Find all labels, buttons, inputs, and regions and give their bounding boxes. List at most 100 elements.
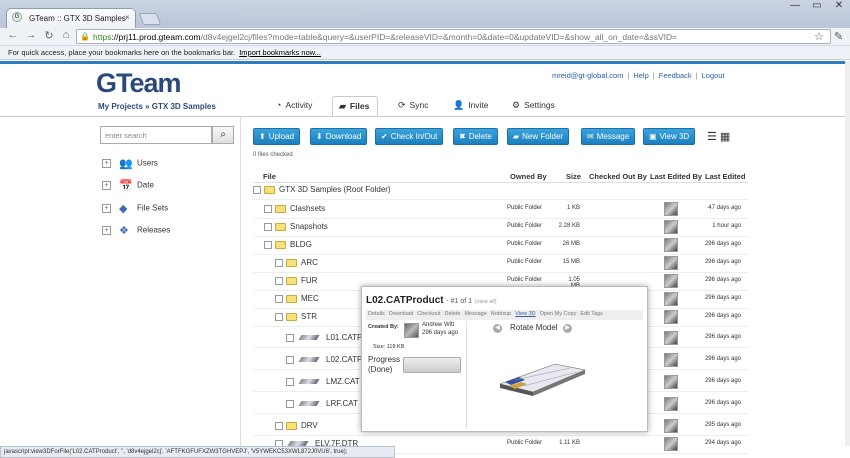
check-in-out-button[interactable]: ✔ Check In/Out	[375, 128, 444, 145]
file-size: 2.28 KB	[558, 223, 580, 229]
column-header-last-edited-by[interactable]: Last Edited By	[650, 172, 702, 181]
message-button[interactable]: ✉ Message	[581, 128, 636, 145]
file-name[interactable]: Snapshots	[290, 222, 328, 231]
tab-files[interactable]: ▰ Files	[332, 96, 379, 116]
favicon-icon: G	[12, 12, 22, 22]
tab-sync[interactable]: ⟳ Sync	[392, 96, 436, 116]
row-checkbox[interactable]	[286, 378, 294, 386]
file-name[interactable]: L02.CATP	[326, 355, 362, 364]
row-checkbox[interactable]	[275, 295, 283, 303]
tab-settings[interactable]: ⚙ Settings	[506, 96, 563, 116]
breadcrumb[interactable]: My Projects » GTX 3D Samples	[98, 102, 216, 111]
popup-menu-open-my-copy[interactable]: Open My Copy	[540, 311, 577, 317]
column-header-checked-out-by[interactable]: Checked Out By	[589, 172, 647, 181]
column-header-owned-by[interactable]: Owned By	[510, 172, 547, 181]
help-link[interactable]: Help	[633, 71, 648, 80]
new-tab-button[interactable]	[138, 13, 162, 25]
facet-date[interactable]: + 📅 Date	[102, 179, 154, 193]
popup-menu-view-3d[interactable]: View 3D	[515, 311, 535, 317]
maximize-button[interactable]: ▭	[806, 0, 828, 11]
page-scrollbar[interactable]	[845, 61, 850, 446]
file-name[interactable]: ARC	[301, 258, 318, 267]
row-checkbox[interactable]	[264, 241, 272, 249]
rotate-left-icon[interactable]: ◀	[493, 324, 502, 333]
file-name[interactable]: FUR	[301, 276, 317, 285]
file-name[interactable]: GTX 3D Samples (Root Folder)	[279, 185, 391, 194]
column-header-size[interactable]: Size	[566, 172, 581, 181]
rotate-right-icon[interactable]: ▶	[563, 324, 572, 333]
row-checkbox[interactable]	[264, 223, 272, 231]
table-row[interactable]: Clashsets Public Folder 1 KB 47 days ago	[253, 201, 748, 219]
3d-model-preview[interactable]	[495, 362, 590, 398]
row-checkbox[interactable]	[275, 422, 283, 430]
expand-icon[interactable]: +	[102, 159, 111, 168]
background-tab[interactable]	[240, 8, 360, 20]
gteam-logo[interactable]: GTeam	[96, 68, 182, 99]
home-icon[interactable]: ⌂	[59, 29, 73, 41]
import-bookmarks-link[interactable]: Import bookmarks now...	[239, 48, 321, 57]
column-header-last-edited[interactable]: Last Edited	[705, 172, 745, 181]
reload-icon[interactable]: ↻	[42, 29, 56, 42]
back-arrow-icon[interactable]: ←	[6, 29, 20, 41]
tab-close-icon[interactable]: ×	[125, 13, 130, 22]
search-button[interactable]: ⌕	[212, 126, 234, 144]
expand-icon[interactable]: +	[102, 226, 111, 235]
popup-menu-message[interactable]: Message	[464, 311, 486, 317]
address-bar[interactable]: https://prj11.prod.gteam.com/d8v4ejgel2c…	[76, 29, 831, 44]
tab-activity[interactable]: ◔ Activity	[270, 96, 320, 116]
row-checkbox[interactable]	[275, 259, 283, 267]
table-row[interactable]: BLDG Public Folder 26 MB 296 days ago	[253, 237, 748, 255]
row-checkbox[interactable]	[286, 400, 294, 408]
file-name[interactable]: MEC	[301, 294, 319, 303]
view-toggle[interactable]: ☰ ▦	[707, 130, 730, 143]
row-checkbox[interactable]	[264, 205, 272, 213]
upload-button[interactable]: ⬆ Upload	[253, 128, 301, 145]
wrench-icon[interactable]: ✎	[834, 30, 843, 43]
expand-icon[interactable]: +	[102, 204, 111, 213]
logout-link[interactable]: Logout	[702, 71, 725, 80]
minimize-button[interactable]: —	[784, 0, 806, 11]
browser-tab[interactable]: GTeam :: GTX 3D Samples	[6, 8, 136, 29]
file-name[interactable]: Clashsets	[290, 204, 325, 213]
column-header-file[interactable]: File	[263, 172, 276, 181]
button-label: Message	[596, 132, 630, 141]
table-row[interactable]: GTX 3D Samples (Root Folder)	[253, 182, 748, 200]
delete-button[interactable]: ✖ Delete	[453, 128, 498, 145]
file-name[interactable]: BLDG	[290, 240, 312, 249]
file-name[interactable]: L01.CATP	[326, 333, 362, 342]
file-name[interactable]: STR	[301, 312, 317, 321]
file-name[interactable]: LRF.CAT	[326, 399, 358, 408]
row-checkbox[interactable]	[286, 356, 294, 364]
popup-menu-checkout[interactable]: Checkout	[417, 311, 440, 317]
popup-menu-download[interactable]: Download	[389, 311, 413, 317]
row-checkbox[interactable]	[275, 313, 283, 321]
close-window-button[interactable]: ✕	[828, 0, 850, 11]
row-checkbox[interactable]	[253, 186, 261, 194]
facet-users[interactable]: + 👥 Users	[102, 157, 158, 171]
table-row[interactable]: Snapshots Public Folder 2.28 KB 1 hour ago	[253, 219, 748, 237]
table-row[interactable]: ARC Public Folder 15 MB 296 days ago	[253, 255, 748, 273]
search-input[interactable]: enter search	[100, 126, 212, 144]
star-icon[interactable]: ☆	[814, 30, 824, 43]
row-checkbox[interactable]	[275, 277, 283, 285]
lock-icon[interactable]: 🔒	[80, 32, 90, 41]
user-email[interactable]: mreid@gt-global.com	[552, 71, 623, 80]
view-all-link[interactable]: (view all)	[475, 299, 497, 305]
popup-menu-notrixup[interactable]: Notrixup	[491, 311, 511, 317]
new-folder-button[interactable]: ▰ New Folder	[507, 128, 570, 145]
popup-menu-details[interactable]: Details	[368, 311, 385, 317]
popup-menu-delete[interactable]: Delete	[445, 311, 461, 317]
feedback-link[interactable]: Feedback	[659, 71, 692, 80]
forward-arrow-icon[interactable]: →	[24, 29, 38, 41]
download-button[interactable]: ⬇ Download	[310, 128, 368, 145]
row-checkbox[interactable]	[286, 334, 294, 342]
view-3d-button[interactable]: ▣ View 3D	[643, 128, 696, 145]
tab-invite[interactable]: 👤 Invite	[447, 96, 497, 116]
facet-releases[interactable]: + ❖ Releases	[102, 224, 170, 238]
rotate-model-label: Rotate Model	[510, 323, 558, 332]
facet-file-sets[interactable]: + ◆ File Sets	[102, 202, 168, 216]
expand-icon[interactable]: +	[102, 181, 111, 190]
file-name[interactable]: LMZ.CAT	[326, 377, 360, 386]
file-name[interactable]: DRV	[301, 421, 318, 430]
popup-menu-edit-tags[interactable]: Edit Tags	[580, 311, 603, 317]
